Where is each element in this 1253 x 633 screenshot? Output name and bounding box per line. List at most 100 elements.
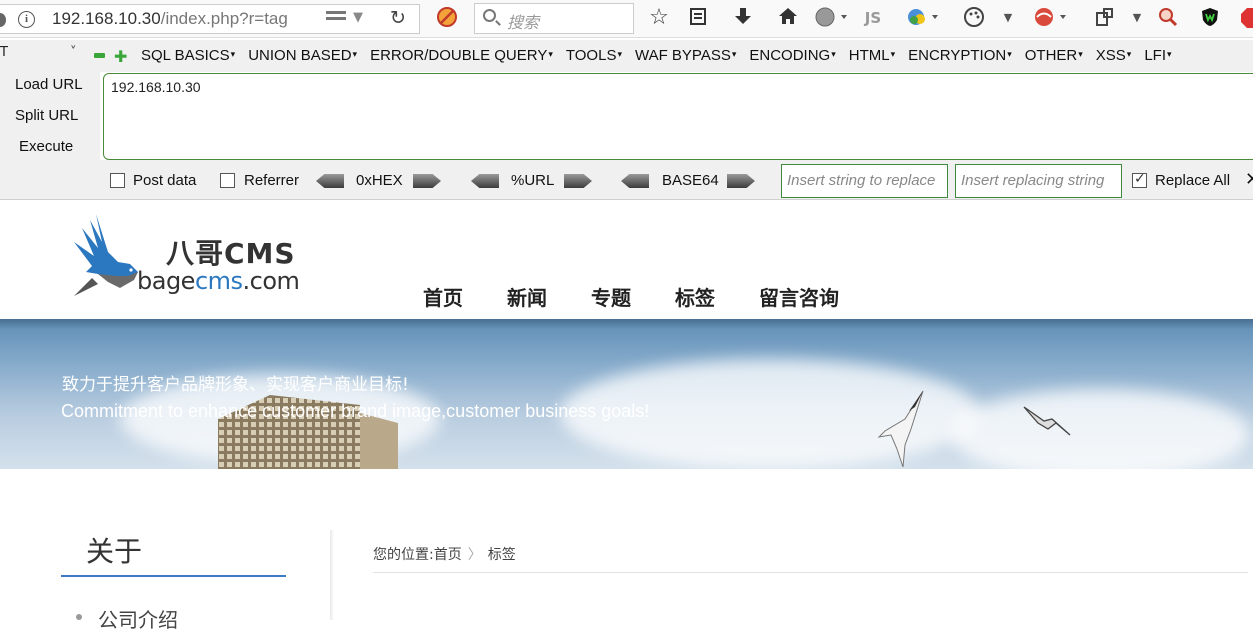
nav-item[interactable]: 标签: [675, 282, 715, 311]
hackbar-menu-items: SQL BASICS UNION BASED ERROR/DOUBLE QUERY T…: [141, 47, 1185, 64]
url-decode-arrow-icon[interactable]: [471, 174, 499, 188]
url-encode-label: %URL: [511, 172, 555, 189]
nav-item[interactable]: 留言咨询: [759, 282, 839, 311]
browser-toolbar: i 192.168.10.30/index.php?r=tag ▼ ↻ 搜索 ☆…: [0, 0, 1253, 38]
hackbar-menu-item[interactable]: LFI: [1144, 47, 1171, 64]
hackbar-menu: T ˅ ✚ SQL BASICS UNION BASED ERROR/DOUBLE …: [0, 40, 1253, 72]
js-toggle-icon[interactable]: JS: [859, 6, 887, 30]
load-url-button[interactable]: Load URL: [15, 76, 83, 93]
hero-banner: 致力于提升客户品牌形象、实现客户商业目标! Commitment to enha…: [0, 319, 1253, 469]
globe-menu-icon[interactable]: [814, 6, 850, 30]
logo-domain: bagecms.com: [137, 267, 300, 295]
blocker-icon[interactable]: [436, 6, 458, 30]
breadcrumb-divider: [373, 572, 1248, 573]
logo-bird-icon[interactable]: [68, 212, 140, 298]
replace-string-input[interactable]: Insert string to replace: [781, 164, 948, 198]
replacing-string-input[interactable]: Insert replacing string: [955, 164, 1122, 198]
seagull-icon: [877, 390, 924, 468]
search-input[interactable]: 搜索: [474, 3, 634, 34]
split-url-button[interactable]: Split URL: [15, 107, 78, 124]
chevron-down-icon: ˅: [70, 45, 77, 60]
base64-decode-arrow-icon[interactable]: [621, 174, 649, 188]
chevron-down-icon-2[interactable]: ▼: [1130, 6, 1144, 30]
banner-slogan-cn: 致力于提升客户品牌形象、实现客户商业目标!: [62, 375, 409, 395]
main-nav: 首页 新闻 专题 标签 留言咨询: [423, 282, 883, 311]
clipboard-icon[interactable]: [687, 6, 709, 30]
adblock-icon[interactable]: [1240, 6, 1253, 30]
post-data-label: Post data: [133, 172, 197, 189]
hackbar-menu-item[interactable]: WAF BYPASS: [635, 47, 736, 64]
reader-view-icon[interactable]: [326, 11, 346, 27]
url-path: /index.php?r=tag: [160, 9, 288, 28]
base64-encode-arrow-icon[interactable]: [727, 174, 755, 188]
close-icon[interactable]: ✕: [1245, 169, 1253, 190]
hackbar-actions: Load URL Split URL Execute: [0, 72, 100, 168]
search-placeholder: 搜索: [507, 13, 540, 32]
screenshot-icon[interactable]: [1091, 6, 1119, 30]
hackbar-select-value: T: [0, 45, 8, 60]
breadcrumb-separator: 〉: [467, 547, 482, 563]
referrer-label: Referrer: [244, 172, 300, 189]
address-bar[interactable]: i 192.168.10.30/index.php?r=tag ▼ ↻: [0, 4, 420, 34]
hex-decode-arrow-icon[interactable]: [316, 174, 344, 188]
bullet-icon: [76, 614, 82, 620]
hackbar-menu-item[interactable]: UNION BASED: [248, 47, 357, 64]
url-encode-arrow-icon[interactable]: [564, 174, 592, 188]
post-data-checkbox[interactable]: [110, 173, 125, 188]
search-icon: [483, 9, 496, 22]
hackbar-menu-item[interactable]: OTHER: [1025, 47, 1083, 64]
shield-extension-icon[interactable]: [1198, 6, 1222, 30]
breadcrumb-prefix: 您的位置:: [373, 547, 434, 563]
hackbar-menu-item[interactable]: ERROR/DOUBLE QUERY: [370, 47, 553, 64]
hackbar-url-textarea[interactable]: 192.168.10.30: [103, 73, 1253, 160]
banner-slogan-en: Commitment to enhance customer brand ima…: [61, 401, 650, 421]
base64-label: BASE64: [662, 172, 719, 189]
banner-cloud: [950, 389, 1250, 469]
hackbar-version-select[interactable]: T ˅: [0, 45, 86, 65]
hackbar-menu-item[interactable]: ENCRYPTION: [908, 47, 1012, 64]
logo-title: 八哥CMS: [166, 237, 296, 270]
overflow-chevron-icon[interactable]: ▼: [998, 6, 1018, 30]
hex-label: 0xHEX: [356, 172, 403, 189]
execute-button[interactable]: Execute: [19, 138, 73, 155]
bookmark-star-icon[interactable]: ☆: [648, 6, 670, 30]
reload-icon[interactable]: ↻: [390, 7, 406, 29]
hackbar-url-value: 192.168.10.30: [111, 79, 201, 95]
nav-item[interactable]: 首页: [423, 282, 463, 311]
breadcrumb: 您的位置:首页〉标签: [373, 544, 516, 564]
nav-item[interactable]: 新闻: [507, 282, 547, 311]
home-icon[interactable]: [777, 6, 799, 30]
hex-encode-arrow-icon[interactable]: [413, 174, 441, 188]
magnifier-extension-icon[interactable]: [1156, 6, 1180, 30]
download-icon[interactable]: [732, 6, 754, 30]
hackbar-menu-item[interactable]: TOOLS: [566, 47, 622, 64]
sidebar-title: 关于: [86, 535, 143, 568]
url-host: 192.168.10.30: [52, 9, 161, 28]
breadcrumb-current: 标签: [487, 547, 516, 563]
info-icon[interactable]: i: [18, 11, 35, 28]
replace-all-checkbox[interactable]: [1132, 171, 1147, 188]
chevron-down-icon[interactable]: ▼: [353, 10, 363, 25]
page-icon: [0, 13, 6, 27]
referrer-checkbox[interactable]: [220, 173, 235, 188]
logo-domain-part1: bage: [137, 267, 195, 295]
hackbar-extension-icon[interactable]: [1032, 6, 1072, 30]
minus-icon[interactable]: [94, 53, 105, 58]
hackbar-options: Post data Referrer 0xHEX %URL BASE64 Ins…: [0, 160, 1253, 200]
hackbar-menu-item[interactable]: ENCODING: [749, 47, 835, 64]
breadcrumb-home[interactable]: 首页: [434, 547, 462, 563]
url-text[interactable]: 192.168.10.30/index.php?r=tag: [52, 9, 288, 29]
replace-all-label: Replace All: [1155, 172, 1231, 189]
logo-domain-part2: cms: [194, 267, 243, 295]
plus-icon[interactable]: ✚: [114, 47, 127, 66]
sidebar-title-underline: [61, 575, 286, 577]
hackbar-menu-item[interactable]: HTML: [849, 47, 895, 64]
seagull-icon: [1023, 406, 1071, 436]
logo-domain-part3: .com: [242, 267, 300, 295]
nav-item[interactable]: 专题: [591, 282, 631, 311]
translate-menu-icon[interactable]: [906, 6, 942, 30]
palette-icon[interactable]: [962, 6, 988, 30]
hackbar-menu-item[interactable]: SQL BASICS: [141, 47, 235, 64]
hackbar-menu-item[interactable]: XSS: [1096, 47, 1132, 64]
sidebar-item-company-intro[interactable]: 公司介绍: [98, 604, 178, 633]
